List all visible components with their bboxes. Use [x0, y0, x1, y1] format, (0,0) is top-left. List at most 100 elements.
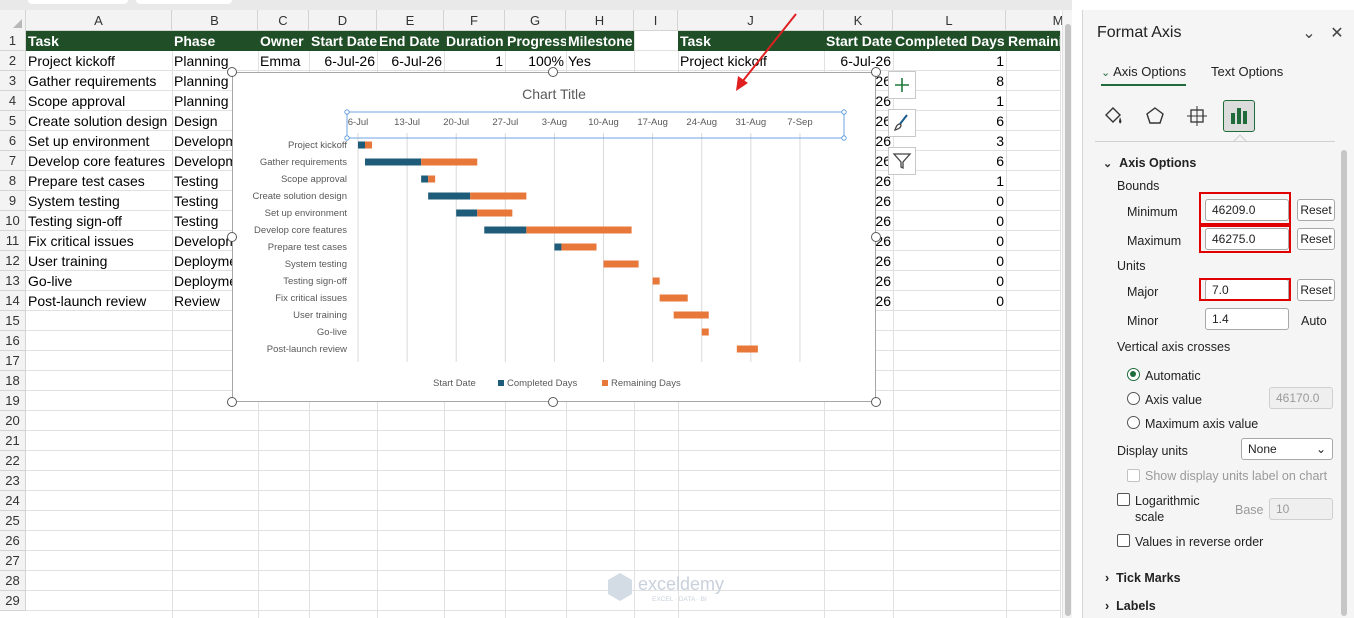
column-header-g[interactable]: G [505, 10, 566, 31]
row-header[interactable]: 20 [0, 411, 26, 431]
completed-days-cell[interactable]: 0 [893, 231, 1006, 251]
column-header-h[interactable]: H [566, 10, 634, 31]
chart-styles-button[interactable] [888, 109, 916, 137]
row-header[interactable]: 17 [0, 351, 26, 371]
header-cell[interactable]: Remaini [1006, 31, 1060, 51]
completed-days-cell[interactable]: 0 [893, 191, 1006, 211]
header-cell[interactable]: Task [26, 31, 172, 51]
sheet-tab-edge[interactable] [136, 0, 232, 4]
phase-cell[interactable]: Planning [172, 51, 258, 71]
column-header-k[interactable]: K [824, 10, 893, 31]
column-header-c[interactable]: C [258, 10, 309, 31]
resize-handle[interactable] [871, 397, 881, 407]
task-cell[interactable]: Prepare test cases [26, 171, 172, 191]
column-header-e[interactable]: E [377, 10, 444, 31]
chart-elements-button[interactable] [888, 71, 916, 99]
axis-options-button[interactable] [1223, 100, 1255, 132]
logarithmic-checkbox[interactable] [1117, 493, 1130, 506]
task-cell[interactable]: Testing sign-off [26, 211, 172, 231]
completed-days-cell[interactable]: 1 [893, 51, 1006, 71]
row-header[interactable]: 2 [0, 51, 26, 71]
gantt-chart[interactable]: Chart Title 6-Jul 13-Jul 20-Jul 27-Jul 3-Aug 1… [232, 72, 876, 402]
row-header[interactable]: 8 [0, 171, 26, 191]
header-cell[interactable]: Duration [444, 31, 505, 51]
display-units-select[interactable]: None ⌄ [1241, 438, 1333, 460]
show-units-label-checkbox[interactable] [1127, 469, 1140, 482]
row-header[interactable]: 16 [0, 331, 26, 351]
radio-automatic[interactable] [1127, 368, 1140, 381]
task-cell[interactable]: Project kickoff [26, 51, 172, 71]
row-header[interactable]: 10 [0, 211, 26, 231]
milestone-cell[interactable]: Yes [566, 51, 634, 71]
close-pane-button[interactable]: ✕ [1327, 24, 1347, 44]
column-header-b[interactable]: B [172, 10, 258, 31]
reset-major-button[interactable]: Reset [1297, 279, 1335, 301]
pane-options-button[interactable]: ⌄ [1299, 24, 1319, 44]
start-date-cell[interactable]: 6-Jul-26 [824, 51, 893, 71]
column-header-l[interactable]: L [893, 10, 1006, 31]
resize-handle[interactable] [871, 67, 881, 77]
owner-cell[interactable]: Emma [258, 51, 309, 71]
resize-handle[interactable] [548, 397, 558, 407]
column-header-f[interactable]: F [444, 10, 505, 31]
header-cell[interactable]: Owner [258, 31, 309, 51]
completed-days-cell[interactable]: 0 [893, 211, 1006, 231]
row-header[interactable]: 28 [0, 571, 26, 591]
row-header[interactable]: 15 [0, 311, 26, 331]
tab-axis-options[interactable]: ⌄ Axis Options [1101, 64, 1187, 86]
header-cell[interactable]: Phase [172, 31, 258, 51]
row-header[interactable]: 12 [0, 251, 26, 271]
start-date-cell[interactable]: 6-Jul-26 [309, 51, 377, 71]
reset-maximum-button[interactable]: Reset [1297, 228, 1335, 250]
row-header[interactable]: 6 [0, 131, 26, 151]
resize-handle[interactable] [227, 397, 237, 407]
task-cell[interactable]: Go-live [26, 271, 172, 291]
task-cell[interactable]: Post-launch review [26, 291, 172, 311]
section-axis-options[interactable]: ⌄ Axis Options [1103, 156, 1196, 170]
header-cell[interactable]: Start Date [309, 31, 377, 51]
resize-handle[interactable] [227, 232, 237, 242]
sheet-tab-edge[interactable] [28, 0, 128, 4]
column-header-i[interactable]: I [634, 10, 678, 31]
column-header-a[interactable]: A [26, 10, 172, 31]
task-cell[interactable]: Create solution design [26, 111, 172, 131]
row-header[interactable]: 26 [0, 531, 26, 551]
minor-input[interactable]: 1.4 [1205, 308, 1289, 330]
row-header[interactable]: 13 [0, 271, 26, 291]
radio-maximum-axis-value[interactable] [1127, 416, 1140, 429]
completed-days-cell[interactable]: 0 [893, 251, 1006, 271]
base-input[interactable]: 10 [1269, 498, 1333, 520]
duration-cell[interactable]: 1 [444, 51, 505, 71]
task-cell[interactable]: Scope approval [26, 91, 172, 111]
row-header[interactable]: 11 [0, 231, 26, 251]
fill-line-button[interactable] [1097, 100, 1129, 132]
chart-filters-button[interactable] [888, 147, 916, 175]
select-all-corner[interactable] [0, 10, 26, 31]
effects-button[interactable] [1139, 100, 1171, 132]
row-header[interactable]: 27 [0, 551, 26, 571]
completed-days-cell[interactable]: 0 [893, 271, 1006, 291]
task-cell[interactable]: User training [26, 251, 172, 271]
row-header[interactable]: 24 [0, 491, 26, 511]
row-header[interactable]: 3 [0, 71, 26, 91]
task-cell[interactable]: Gather requirements [26, 71, 172, 91]
task-cell[interactable]: Fix critical issues [26, 231, 172, 251]
row-header[interactable]: 9 [0, 191, 26, 211]
row-header[interactable]: 5 [0, 111, 26, 131]
header-cell[interactable]: Completed Days [893, 31, 1006, 51]
row-header[interactable]: 29 [0, 591, 26, 611]
section-labels[interactable]: › Labels [1105, 599, 1156, 613]
tab-text-options[interactable]: Text Options [1211, 64, 1283, 79]
radio-axis-value[interactable] [1127, 392, 1140, 405]
header-cell[interactable]: Start Date [824, 31, 893, 51]
section-tick-marks[interactable]: › Tick Marks [1105, 571, 1181, 585]
size-properties-button[interactable] [1181, 100, 1213, 132]
scrollbar-thumb[interactable] [1065, 24, 1071, 616]
header-cell[interactable]: Milestone [566, 31, 634, 51]
row-header[interactable]: 22 [0, 451, 26, 471]
resize-handle[interactable] [548, 67, 558, 77]
row-header[interactable]: 7 [0, 151, 26, 171]
row-header[interactable]: 18 [0, 371, 26, 391]
reset-minimum-button[interactable]: Reset [1297, 199, 1335, 221]
row-header[interactable]: 21 [0, 431, 26, 451]
